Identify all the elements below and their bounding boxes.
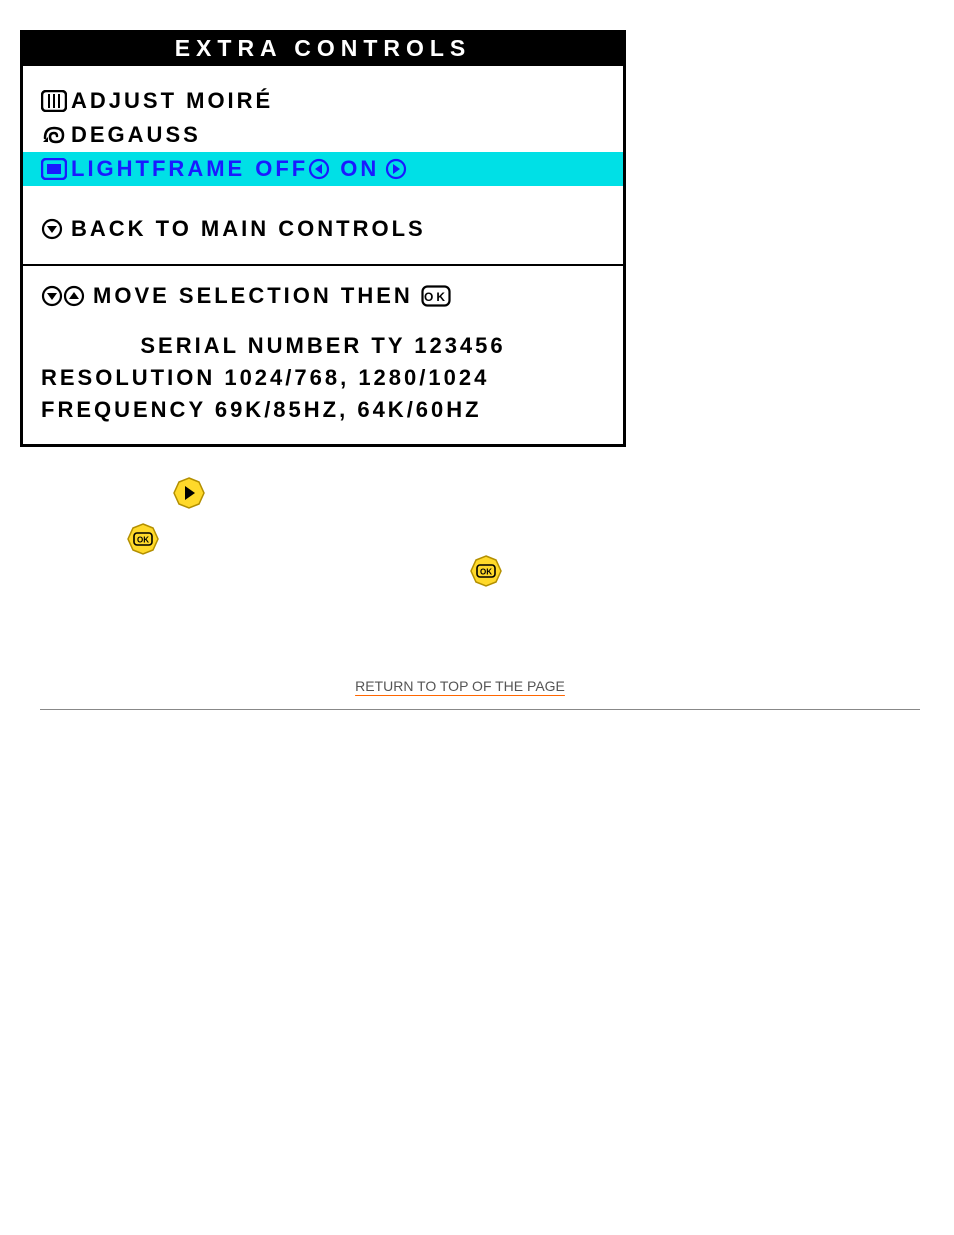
step-6: 6) Press the OK button to confirm your s… <box>90 523 690 608</box>
on-label: ON <box>340 156 379 182</box>
arrow-right-icon <box>385 158 407 180</box>
help-line: MOVE SELECTION THEN OK <box>41 280 605 312</box>
arrow-left-icon <box>308 158 330 180</box>
osd-window: EXTRA CONTROLS ADJUST MOIRÉ <box>20 30 626 447</box>
yellow-right-button-icon <box>173 477 205 509</box>
svg-text:OK: OK <box>137 535 149 544</box>
lightframe-off-option[interactable]: OFF <box>255 156 330 182</box>
menu-label: LIGHTFRAME <box>71 156 245 182</box>
degauss-icon <box>41 124 71 146</box>
ok-icon: OK <box>421 285 451 307</box>
menu-label: DEGAUSS <box>71 122 201 148</box>
step-5: 5) Press the button to confirm your sele… <box>90 477 690 509</box>
back-icon <box>41 218 71 240</box>
instructions: 5) Press the button to confirm your sele… <box>20 467 710 638</box>
arrow-down-icon <box>41 285 63 307</box>
frequency-line: FREQUENCY 69K/85HZ, 64K/60HZ <box>41 394 605 426</box>
osd-body: ADJUST MOIRÉ DEGAUSS L <box>23 66 623 444</box>
info-block: MOVE SELECTION THEN OK SERIAL NUMBER TY … <box>23 266 623 444</box>
osd-title: EXTRA CONTROLS <box>23 33 623 66</box>
arrow-up-icon <box>63 285 85 307</box>
yellow-ok-button-icon: OK <box>470 555 502 587</box>
help-text: MOVE SELECTION THEN <box>93 280 413 312</box>
lightframe-icon <box>41 158 71 180</box>
menu-item-adjust-moire[interactable]: ADJUST MOIRÉ <box>23 84 623 118</box>
off-label: OFF <box>255 156 308 182</box>
menu-item-back[interactable]: BACK TO MAIN CONTROLS <box>23 212 623 246</box>
serial-line: SERIAL NUMBER TY 123456 <box>41 330 605 362</box>
return-link-text: RETURN TO TOP OF THE PAGE <box>355 678 565 694</box>
menu-label: ADJUST MOIRÉ <box>71 88 273 114</box>
moire-icon <box>41 90 71 112</box>
svg-text:OK: OK <box>480 567 492 576</box>
yellow-ok-button-icon: OK <box>127 523 159 555</box>
horizontal-rule <box>40 709 920 710</box>
menu-item-degauss[interactable]: DEGAUSS <box>23 118 623 152</box>
lightframe-on-option[interactable]: ON <box>340 156 407 182</box>
resolution-line: RESOLUTION 1024/768, 1280/1024 <box>41 362 605 394</box>
menu-label: BACK TO MAIN CONTROLS <box>71 216 426 242</box>
svg-text:OK: OK <box>424 290 448 304</box>
return-to-top-link[interactable]: RETURN TO TOP OF THE PAGE <box>20 678 900 694</box>
menu-item-lightframe[interactable]: LIGHTFRAME OFF ON <box>23 152 623 186</box>
